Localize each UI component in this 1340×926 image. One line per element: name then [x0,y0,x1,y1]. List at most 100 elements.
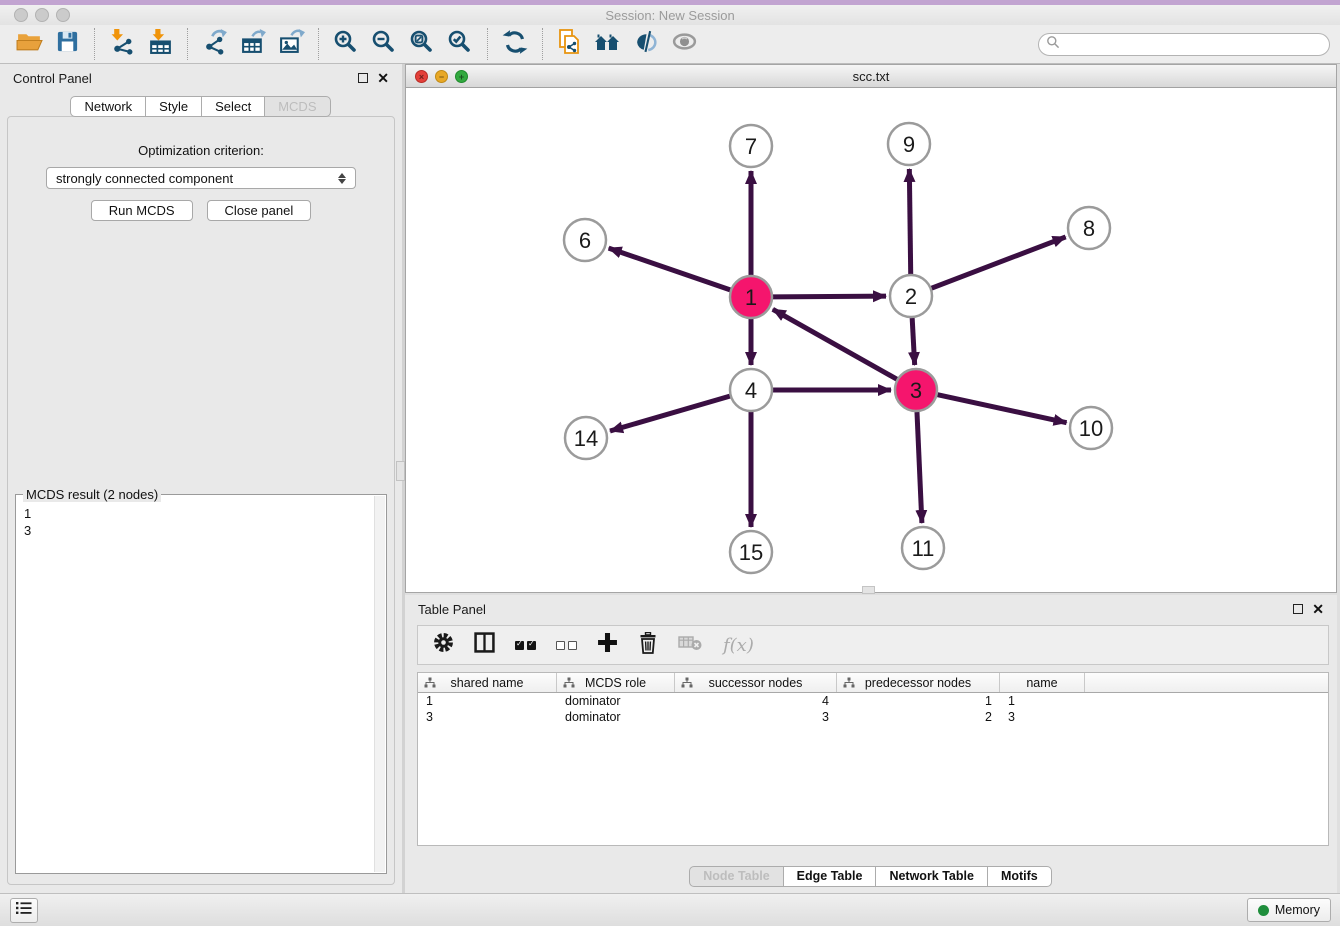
show-graphics-details-button[interactable] [627,27,665,61]
table-cell[interactable]: 3 [418,709,557,725]
import-network-button[interactable] [103,27,141,61]
table-cell[interactable]: 1 [837,693,1000,709]
zoom-out-button[interactable] [365,27,403,61]
export-table-button[interactable] [234,27,272,61]
run-mcds-button[interactable]: Run MCDS [91,200,193,221]
mcds-result-line: 1 [24,505,386,522]
delete-table-button[interactable] [678,633,703,657]
graph-edge-4-14[interactable] [610,396,730,431]
table-row[interactable]: 1 dominator 4 1 1 [418,693,1328,709]
graph-edge-1-6[interactable] [609,248,731,290]
task-history-button[interactable] [10,898,38,923]
export-image-button[interactable] [272,27,310,61]
splitter-handle[interactable] [396,461,405,481]
clone-network-button[interactable] [551,27,589,61]
graph-edge-3-1[interactable] [773,309,897,379]
table-settings-button[interactable] [433,633,454,657]
refresh-view-button[interactable] [496,27,534,61]
open-session-button[interactable] [10,27,48,61]
app-titlebar: Session: New Session [0,5,1340,25]
graph-node-7[interactable]: 7 [730,125,772,167]
column-header-mcds-role[interactable]: MCDS role [557,673,675,692]
close-table-panel-icon[interactable]: ✕ [1312,604,1324,614]
import-table-icon [147,28,174,60]
tab-mcds[interactable]: MCDS [264,96,330,117]
graph-node-4[interactable]: 4 [730,369,772,411]
column-header-shared-name[interactable]: shared name [418,673,557,692]
tab-network[interactable]: Network [70,96,146,117]
network-canvas[interactable]: 7 9 6 8 1 2 4 3 14 10 15 11 [406,88,1336,592]
float-table-panel-icon[interactable] [1293,604,1303,614]
mcds-result-line: 3 [24,522,386,539]
mcds-result-box[interactable]: MCDS result (2 nodes) 1 3 [15,494,387,874]
svg-text:10: 10 [1079,416,1103,441]
graph-node-6[interactable]: 6 [564,219,606,261]
graph-node-3[interactable]: 3 [895,369,937,411]
graph-node-8[interactable]: 8 [1068,207,1110,249]
table-cell[interactable]: 2 [837,709,1000,725]
network-window-titlebar[interactable]: × − + scc.txt [406,65,1336,88]
table-cell[interactable]: 3 [675,709,837,725]
tab-style[interactable]: Style [145,96,202,117]
graph-edge-3-11[interactable] [917,412,922,523]
table-cell[interactable]: 1 [418,693,557,709]
bird-eye-view-button[interactable] [665,27,703,61]
save-session-button[interactable] [48,27,86,61]
graph-edge-1-2[interactable] [773,296,886,297]
graph-edge-2-9[interactable] [909,169,910,274]
import-network-icon [109,28,136,60]
optimization-criterion-select[interactable]: strongly connected component [46,167,356,189]
zoom-fit-button[interactable] [403,27,441,61]
memory-button[interactable]: Memory [1247,898,1331,922]
tree-icon [843,677,855,692]
tab-select[interactable]: Select [201,96,265,117]
graph-edge-2-8[interactable] [932,237,1066,288]
search-input[interactable] [1060,37,1322,52]
tab-network-table[interactable]: Network Table [875,866,988,887]
table-cell[interactable]: 1 [1000,693,1085,709]
graph-node-15[interactable]: 15 [730,531,772,573]
dropdown-arrows-icon [338,173,346,184]
delete-column-button[interactable] [638,633,658,657]
graph-edge-2-3[interactable] [912,318,915,365]
function-builder-button[interactable]: f(x) [723,633,754,657]
column-header-predecessor-nodes[interactable]: predecessor nodes [837,673,1000,692]
graph-edge-3-10[interactable] [937,395,1066,423]
tab-node-table[interactable]: Node Table [689,866,783,887]
graph-node-2[interactable]: 2 [890,275,932,317]
export-table-icon [240,28,267,60]
deselect-all-button[interactable] [556,633,577,657]
table-row[interactable]: 3 dominator 3 2 3 [418,709,1328,725]
import-table-button[interactable] [141,27,179,61]
reset-layout-button[interactable] [589,27,627,61]
table-cell[interactable]: 4 [675,693,837,709]
float-panel-icon[interactable] [358,73,368,83]
search-field[interactable] [1038,33,1330,56]
tab-motifs[interactable]: Motifs [987,866,1052,887]
export-network-button[interactable] [196,27,234,61]
graph-node-14[interactable]: 14 [565,417,607,459]
result-scrollbar[interactable] [374,496,385,872]
select-all-button[interactable] [515,633,536,657]
column-header-name[interactable]: name [1000,673,1085,692]
close-panel-button[interactable]: Close panel [207,200,312,221]
graph-node-11[interactable]: 11 [902,527,944,569]
close-panel-icon[interactable]: ✕ [377,73,389,83]
zoom-selected-button[interactable] [441,27,479,61]
graph-node-1[interactable]: 1 [730,276,772,318]
toolbar-separator [318,28,319,60]
column-header-successor-nodes[interactable]: successor nodes [675,673,837,692]
columns-icon [474,632,495,658]
tab-edge-table[interactable]: Edge Table [783,866,877,887]
table-cell[interactable]: dominator [557,709,675,725]
show-columns-button[interactable] [474,633,495,657]
zoom-in-button[interactable] [327,27,365,61]
graph-node-10[interactable]: 10 [1070,407,1112,449]
table-cell[interactable]: dominator [557,693,675,709]
svg-text:14: 14 [574,426,598,451]
graph-node-9[interactable]: 9 [888,123,930,165]
horizontal-splitter-handle[interactable] [862,586,875,594]
table-cell[interactable]: 3 [1000,709,1085,725]
status-bar: Memory [0,893,1340,926]
add-column-button[interactable] [597,633,618,657]
